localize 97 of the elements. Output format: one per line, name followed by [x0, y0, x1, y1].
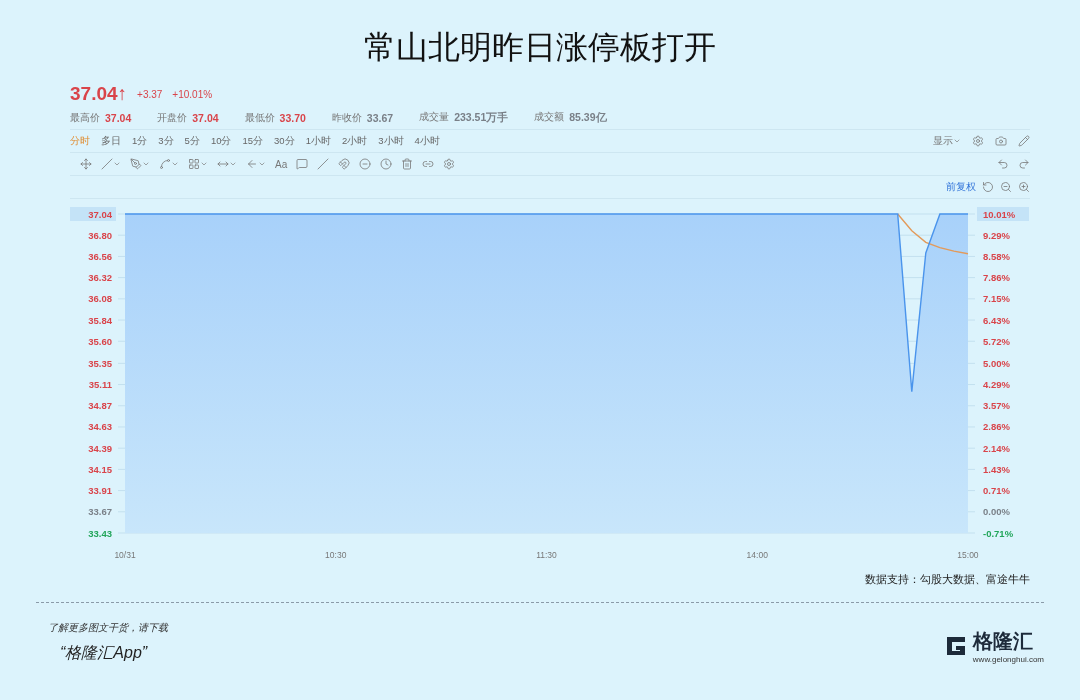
period-tab[interactable]: 30分 [274, 134, 295, 148]
stat-label: 成交额 [534, 111, 565, 124]
price-axis-label: 36.08 [88, 293, 112, 305]
period-tab[interactable]: 1小时 [305, 134, 331, 148]
trash-icon[interactable] [401, 158, 414, 170]
curve-tool-icon[interactable] [159, 158, 179, 170]
comment-icon[interactable] [296, 158, 309, 170]
redo-icon[interactable] [1018, 158, 1030, 170]
percent-axis-label: 5.00% [983, 357, 1010, 369]
price-axis-label: 36.56 [88, 250, 112, 262]
period-tab[interactable]: 多日 [101, 134, 121, 148]
display-menu[interactable]: 显示 [933, 134, 961, 148]
up-arrow-icon: ↑ [117, 83, 128, 105]
stat-value: 37.04 [105, 111, 132, 125]
time-axis-label: 10:30 [325, 550, 347, 560]
price-axis-label: 35.84 [88, 314, 112, 326]
period-tab[interactable]: 3小时 [378, 134, 404, 148]
brand-url: www.gelonghui.com [972, 654, 1044, 664]
price-axis-label: 36.32 [88, 272, 112, 284]
angle-icon[interactable] [317, 158, 330, 170]
stat-value: 33.70 [279, 111, 306, 125]
period-tab[interactable]: 2小时 [341, 134, 368, 148]
pen-tool-icon[interactable] [130, 158, 150, 170]
period-tab[interactable]: 1分 [132, 134, 148, 148]
percent-axis-label: 0.00% [983, 506, 1010, 518]
percent-axis-label: -0.71% [983, 527, 1014, 539]
zoom-out-icon[interactable] [1000, 181, 1012, 193]
percent-axis-label: 7.15% [983, 293, 1010, 305]
stat-value: 33.67 [366, 111, 394, 125]
price-axis-label: 34.39 [88, 442, 112, 454]
current-price-axis-label: 37.04 [70, 207, 116, 221]
percent-axis-label: 9.29% [983, 229, 1010, 241]
price-axis-label: 34.15 [88, 463, 112, 475]
stat-label: 开盘价 [157, 111, 188, 125]
stat-value: 85.39亿 [569, 111, 607, 125]
percent-axis-label: 1.43% [983, 463, 1010, 475]
text-tool[interactable]: Aa [275, 158, 288, 170]
period-tab[interactable]: 3分 [158, 134, 174, 148]
period-tab[interactable]: 5分 [184, 134, 200, 148]
data-source-note: 数据支持：勾股大数据、富途牛牛 [864, 572, 1031, 587]
percent-axis-label: 4.29% [983, 379, 1010, 391]
brand-name: 格隆汇 [972, 628, 1034, 654]
price-axis-label: 35.35 [88, 357, 112, 369]
stat-label: 最低价 [244, 111, 275, 125]
time-axis-label: 10/31 [114, 550, 136, 560]
price-axis-label: 34.63 [88, 421, 112, 433]
stat-label: 最高价 [70, 111, 100, 125]
current-percent-axis-label: 10.01% [977, 207, 1029, 221]
stat-value: 37.04 [192, 111, 219, 125]
price-axis-label: 36.80 [88, 229, 112, 241]
download-prompt: 了解更多图文干货，请下载 [48, 621, 168, 635]
time-axis-label: 15:00 [957, 550, 979, 560]
time-axis-label: 11:30 [536, 550, 557, 560]
clock-icon[interactable] [380, 158, 393, 170]
percent-axis-label: 8.58% [983, 250, 1010, 262]
period-tab[interactable]: 4小时 [414, 134, 440, 148]
price-axis-label: 33.67 [88, 506, 112, 518]
y-tick-label: 37.04 [88, 208, 113, 220]
circle-minus-icon[interactable] [359, 158, 372, 170]
price-axis-label: 35.11 [88, 379, 112, 391]
page-title: 常山北明昨日涨停板打开 [363, 27, 717, 68]
camera-icon[interactable] [995, 135, 1007, 147]
current-price: 37.04 [70, 83, 118, 105]
period-tab[interactable]: 15分 [242, 134, 264, 148]
percent-axis-label: 2.86% [983, 421, 1010, 433]
pencil-icon[interactable] [1018, 135, 1030, 147]
time-axis-label: 14:00 [746, 550, 768, 560]
stat-value: 233.51万手 [454, 111, 509, 125]
reset-icon[interactable] [982, 181, 994, 193]
price-axis-label: 33.43 [88, 527, 112, 539]
link-icon[interactable] [422, 158, 435, 170]
price-axis-label: 35.60 [88, 335, 112, 347]
percent-axis-label: 3.57% [983, 400, 1010, 412]
adjust-mode-button[interactable]: 前复权 [946, 180, 976, 194]
percent-axis-label: 2.14% [983, 442, 1010, 454]
percent-axis-label: 5.72% [983, 335, 1010, 347]
move-icon[interactable] [80, 158, 92, 170]
percent-axis-label: 7.86% [983, 272, 1010, 284]
line-tool-icon[interactable] [101, 158, 121, 170]
stat-label: 昨收价 [331, 111, 362, 125]
caret-icon [953, 137, 961, 145]
settings-icon[interactable] [972, 135, 984, 147]
price-axis-label: 34.87 [88, 400, 112, 412]
percent-axis-label: 0.71% [983, 485, 1010, 497]
price-change: +3.37 [137, 88, 163, 100]
undo-icon[interactable] [997, 158, 1009, 170]
stat-label: 成交量 [419, 111, 450, 124]
arrow-tool-icon[interactable] [246, 158, 266, 170]
period-tab[interactable]: 10分 [210, 134, 232, 148]
zoom-in-icon[interactable] [1018, 181, 1030, 193]
percent-change: +10.01% [172, 88, 213, 100]
percent-axis-label: 6.43% [983, 314, 1010, 326]
grid-tool-icon[interactable] [188, 158, 208, 170]
gear-icon[interactable] [443, 158, 456, 170]
price-axis-label: 33.91 [88, 485, 112, 497]
magnet-icon[interactable] [338, 158, 351, 170]
app-name: “格隆汇App” [59, 643, 149, 663]
